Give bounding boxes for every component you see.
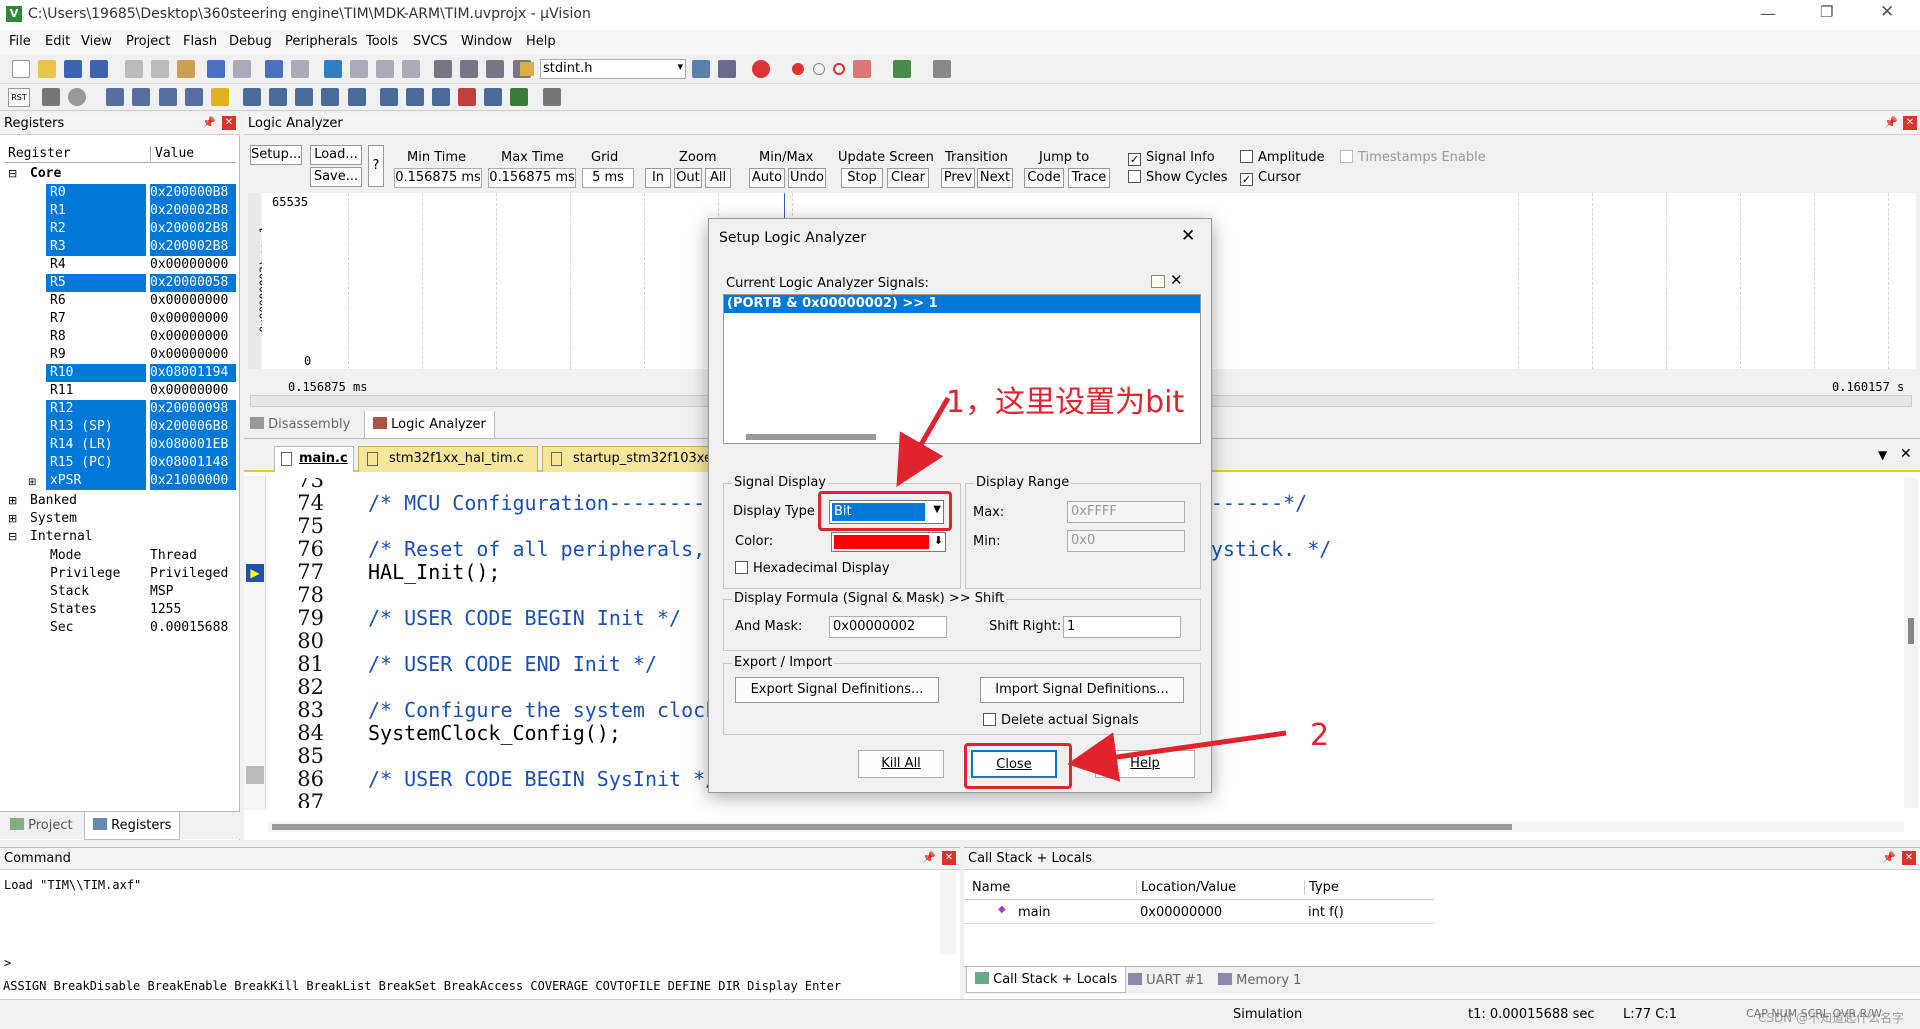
annotation-arrows <box>896 396 1287 782</box>
annotation-arrow-2 <box>1067 730 1287 782</box>
annotation-arrow-1 <box>896 396 951 487</box>
